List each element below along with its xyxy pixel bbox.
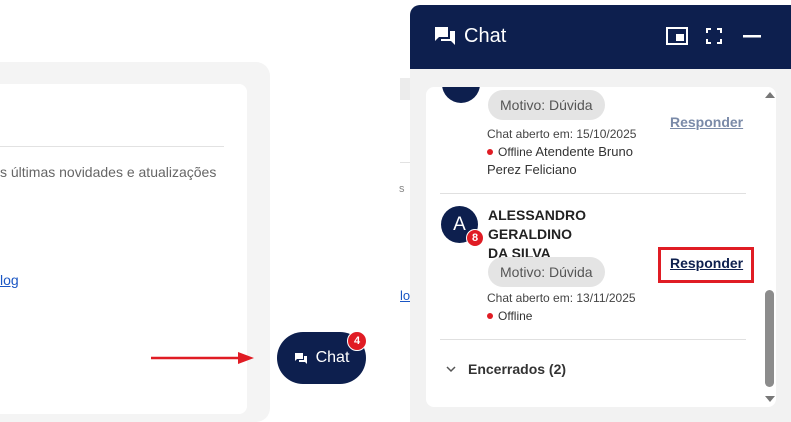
contact-name-line1: ALESSANDRO GERALDINO [488,207,587,242]
conversation-list: Motivo: Dúvida Chat aberto em: 15/10/202… [426,87,776,407]
agent-name-line2: Perez Feliciano [487,162,577,177]
scroll-up-icon[interactable] [764,91,776,99]
closed-chats-label: Encerrados (2) [468,361,567,377]
reason-badge: Motivo: Dúvida [488,90,605,120]
chat-icon [435,27,455,45]
chat-title: Chat [464,25,507,47]
minimize-icon [743,35,761,38]
background-divider [0,146,224,147]
picture-in-picture-button[interactable] [664,23,690,49]
chevron-down-icon [446,366,456,373]
fullscreen-button[interactable] [701,23,727,49]
offline-dot-icon [487,312,493,319]
avatar [442,87,480,103]
opened-date: Chat aberto em: 13/11/2025 [487,291,636,305]
unread-badge: 8 [466,229,484,247]
highlight-box [658,247,754,283]
fullscreen-icon [706,28,722,44]
chat-header: Chat [410,5,791,69]
list-divider [440,193,746,194]
status-line: Offline Atendente Bruno Perez Feliciano [487,143,657,179]
chat-window: Chat Motivo: Dúvida Chat aberto em: 15/1… [410,5,791,422]
background-fragment: s [399,183,405,195]
background-link[interactable]: log [0,272,19,288]
status-text: Offline [498,145,533,159]
closed-chats-toggle[interactable]: Encerrados (2) [446,361,566,377]
chat-launcher-badge: 4 [347,331,367,351]
scroll-down-icon[interactable] [764,395,776,403]
agent-name-line1: Atendente Bruno [535,144,633,159]
status-text: Offline [498,309,533,323]
list-divider [440,339,746,340]
page: s últimas novidades e atualizações log s… [0,0,791,422]
background-link-fragment[interactable]: lo [400,288,410,304]
offline-dot-icon [487,148,493,155]
reason-badge: Motivo: Dúvida [488,257,605,287]
background-text: s últimas novidades e atualizações [0,164,217,180]
status-line: Offline [487,307,532,325]
background-strip [400,78,410,100]
chat-icon [294,352,307,364]
chat-launcher-label: Chat [315,349,350,366]
scrollbar-thumb[interactable] [765,290,774,387]
background-divider-2 [400,162,410,163]
opened-date: Chat aberto em: 15/10/2025 [487,127,637,141]
annotation-arrow-icon [151,352,254,364]
contact-name: ALESSANDRO GERALDINO DA SILVA [488,206,668,263]
reply-link[interactable]: Responder [670,114,743,130]
picture-in-picture-icon [666,27,688,45]
minimize-button[interactable] [739,23,765,49]
